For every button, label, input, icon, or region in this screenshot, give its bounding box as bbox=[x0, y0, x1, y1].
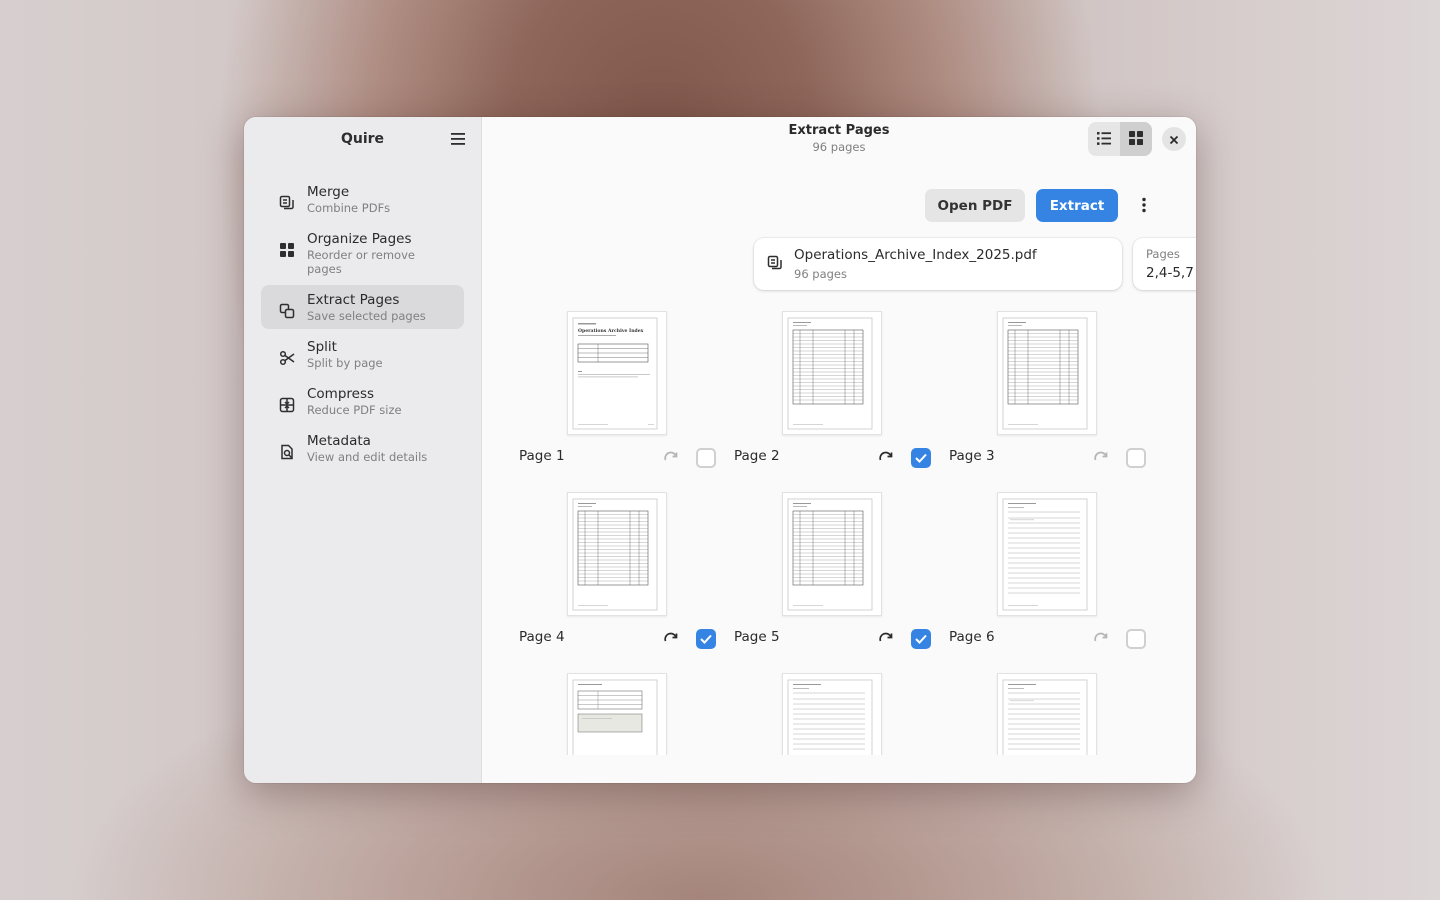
grid-icon bbox=[279, 242, 295, 258]
more-options-icon[interactable] bbox=[1134, 195, 1154, 215]
page-thumbnail bbox=[782, 311, 882, 435]
sidebar-item-sub: Reorder or remove pages bbox=[307, 248, 415, 276]
compress-icon bbox=[279, 397, 295, 413]
select-checkbox[interactable] bbox=[696, 448, 716, 468]
page-thumbnail bbox=[997, 492, 1097, 616]
page-thumbnail bbox=[782, 492, 882, 616]
document-icon bbox=[767, 255, 785, 273]
select-checkbox[interactable] bbox=[696, 629, 716, 649]
page-label: Page 1 bbox=[519, 448, 565, 464]
extract-button[interactable]: Extract bbox=[1036, 189, 1118, 222]
list-icon bbox=[1097, 130, 1111, 149]
page-label: Page 6 bbox=[949, 629, 995, 645]
page-tile[interactable] bbox=[519, 671, 729, 755]
rotate-icon[interactable] bbox=[1091, 628, 1111, 648]
select-checkbox[interactable] bbox=[1126, 448, 1146, 468]
page-tile[interactable]: Page 4 bbox=[519, 490, 729, 660]
page-label: Page 2 bbox=[734, 448, 780, 464]
sidebar-item-label: Metadata bbox=[307, 433, 371, 449]
page-tile[interactable] bbox=[949, 671, 1159, 755]
pages-range-label: Pages bbox=[1146, 247, 1180, 261]
pages-range-value: 2,4-5,7 bbox=[1146, 265, 1194, 281]
file-page-count: 96 pages bbox=[794, 267, 848, 281]
sidebar-item-sub: View and edit details bbox=[307, 450, 428, 464]
sidebar-nav: Merge Combine PDFs Organize Pages Reorde… bbox=[244, 161, 481, 470]
header-bar: Extract Pages 96 pages bbox=[482, 117, 1196, 161]
rotate-icon[interactable] bbox=[876, 628, 896, 648]
rotate-icon[interactable] bbox=[661, 447, 681, 467]
app-title: Quire bbox=[340, 131, 385, 147]
sidebar-item-label: Compress bbox=[307, 386, 375, 402]
sidebar: Quire Merge Combine PDFs Organize Pages … bbox=[244, 117, 482, 783]
page-grid: Operations Archive Index Page 1 Page 2 P… bbox=[482, 307, 1196, 755]
select-checkbox[interactable] bbox=[911, 629, 931, 649]
sidebar-item-label: Extract Pages bbox=[307, 292, 400, 308]
sidebar-item-sub: Split by page bbox=[307, 356, 383, 370]
page-thumbnail bbox=[567, 492, 667, 616]
page-thumbnail bbox=[782, 673, 882, 755]
page-thumbnail bbox=[997, 673, 1097, 755]
view-toggle bbox=[1088, 122, 1152, 156]
page-tile[interactable]: Page 6 bbox=[949, 490, 1159, 660]
file-name: Operations_Archive_Index_2025.pdf bbox=[794, 247, 1037, 263]
pages-range-field[interactable]: Pages 2,4-5,7 bbox=[1133, 238, 1196, 290]
rotate-icon[interactable] bbox=[1091, 447, 1111, 467]
sidebar-header: Quire bbox=[244, 117, 481, 161]
page-thumbnail bbox=[567, 673, 667, 755]
sidebar-item-sub: Reduce PDF size bbox=[307, 403, 402, 417]
close-icon bbox=[1169, 130, 1179, 149]
list-view-button[interactable] bbox=[1088, 122, 1120, 156]
grid-view-button[interactable] bbox=[1120, 122, 1152, 156]
page-label: Page 4 bbox=[519, 629, 565, 645]
main-content: Extract Pages 96 pages Open PDF Extract … bbox=[482, 117, 1196, 783]
rotate-icon[interactable] bbox=[661, 628, 681, 648]
sidebar-item-sub: Save selected pages bbox=[307, 309, 426, 323]
select-checkbox[interactable] bbox=[1126, 629, 1146, 649]
open-pdf-button[interactable]: Open PDF bbox=[925, 189, 1025, 222]
file-card: Operations_Archive_Index_2025.pdf 96 pag… bbox=[754, 238, 1122, 290]
select-checkbox[interactable] bbox=[911, 448, 931, 468]
sidebar-item-sub: Combine PDFs bbox=[307, 201, 391, 215]
scissors-icon bbox=[279, 350, 295, 366]
sidebar-item-metadata[interactable]: Metadata View and edit details bbox=[261, 426, 464, 470]
page-label: Page 3 bbox=[949, 448, 995, 464]
page-thumbnail: Operations Archive Index bbox=[567, 311, 667, 435]
page-tile[interactable]: Page 5 bbox=[734, 490, 944, 660]
page-tile[interactable]: Page 2 bbox=[734, 309, 944, 479]
sidebar-item-organize-pages[interactable]: Organize Pages Reorder or remove pages bbox=[261, 224, 464, 282]
merge-icon bbox=[279, 195, 295, 211]
page-tile[interactable]: Operations Archive Index Page 1 bbox=[519, 309, 729, 479]
sidebar-item-compress[interactable]: Compress Reduce PDF size bbox=[261, 379, 464, 423]
sidebar-item-label: Merge bbox=[307, 184, 350, 200]
extract-icon bbox=[279, 303, 295, 319]
thumbnail-heading: Operations Archive Index bbox=[578, 328, 644, 334]
close-button[interactable] bbox=[1162, 127, 1186, 151]
page-tile[interactable]: Page 3 bbox=[949, 309, 1159, 479]
page-label: Page 5 bbox=[734, 629, 780, 645]
page-thumbnail bbox=[997, 311, 1097, 435]
sidebar-item-split[interactable]: Split Split by page bbox=[261, 332, 464, 376]
rotate-icon[interactable] bbox=[876, 447, 896, 467]
sidebar-item-merge[interactable]: Merge Combine PDFs bbox=[261, 177, 464, 221]
sidebar-item-label: Organize Pages bbox=[307, 231, 412, 247]
sidebar-item-label: Split bbox=[307, 339, 337, 355]
app-window: Quire Merge Combine PDFs Organize Pages … bbox=[244, 117, 1196, 783]
page-tile[interactable] bbox=[734, 671, 944, 755]
menu-icon[interactable] bbox=[449, 130, 467, 148]
metadata-icon bbox=[279, 444, 295, 460]
sidebar-item-extract-pages[interactable]: Extract Pages Save selected pages bbox=[261, 285, 464, 329]
grid-icon bbox=[1129, 130, 1143, 149]
